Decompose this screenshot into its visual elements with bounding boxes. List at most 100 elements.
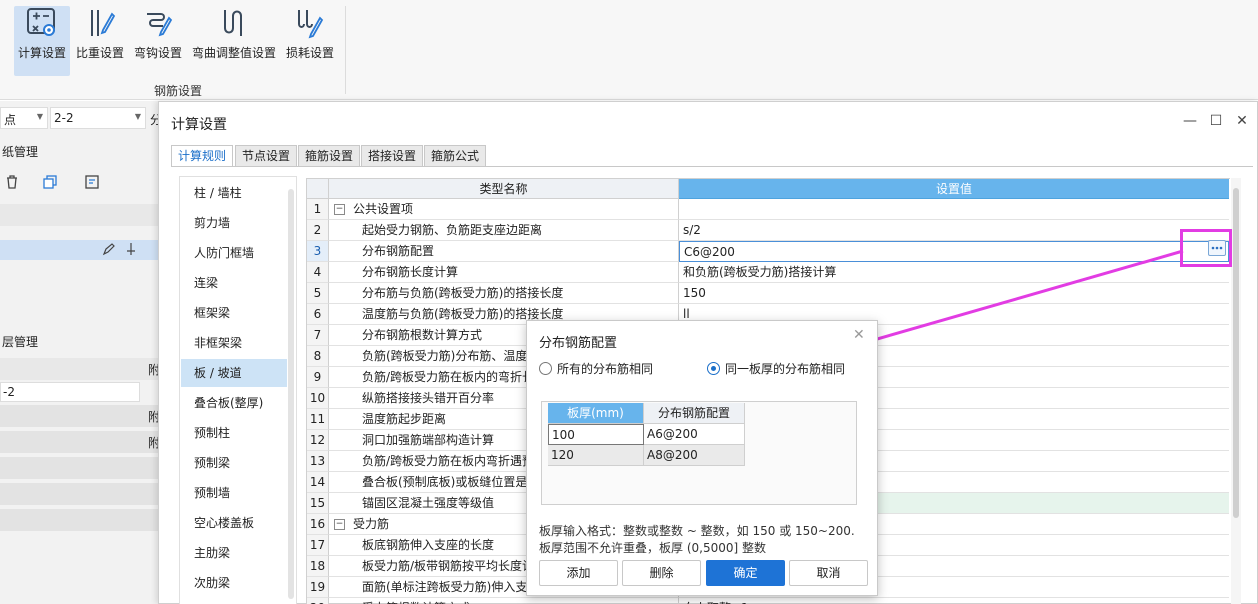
bend-adjust-icon <box>217 6 251 40</box>
ribbon-separator <box>345 6 346 94</box>
loss-settings-button[interactable]: 损耗设置 <box>284 6 336 76</box>
close-button[interactable]: ✕ <box>1233 112 1251 130</box>
value-cell[interactable]: 向上取整+1 <box>679 598 1229 604</box>
group-name-cell: − 公共设置项 <box>329 199 679 220</box>
table-row[interactable]: 20受力筋根数计算方式向上取整+1 <box>307 598 1229 604</box>
thickness-header: 板厚(mm) <box>548 403 644 424</box>
table-row[interactable]: 3 分布钢筋配置 C6@200 <box>307 241 1229 262</box>
format-hint: 板厚输入格式：整数或整数 ~ 整数，如 150 或 150~200. <box>539 524 855 538</box>
left-search-row[interactable] <box>0 204 158 226</box>
calc-settings-button[interactable]: 计算设置 <box>14 6 70 76</box>
bend-adjust-button[interactable]: 弯曲调整值设置 <box>190 6 278 76</box>
thickness-cell[interactable]: 120 <box>548 445 644 466</box>
name-text: 负筋(跨板受力筋)分布筋、温度筋 <box>362 349 540 363</box>
table-row[interactable]: 2 起始受力钢筋、负筋距支座边距离 s/2 <box>307 220 1229 241</box>
floor-row[interactable] <box>0 483 158 505</box>
tab-stirrup-formula[interactable]: 箍筋公式 <box>424 145 487 167</box>
category-scrollbar[interactable] <box>288 189 294 599</box>
category-item[interactable]: 人防门框墙 <box>181 239 287 267</box>
row-index: 19 <box>307 577 329 598</box>
cancel-button[interactable]: 取消 <box>789 560 868 586</box>
import-icon[interactable] <box>84 174 100 190</box>
row-index: 18 <box>307 556 329 577</box>
name-text: 分布钢筋长度计算 <box>362 265 459 279</box>
weight-ratio-button[interactable]: 比重设置 <box>74 6 126 76</box>
name-text: 分布筋与负筋(跨板受力筋)的搭接长度 <box>362 286 564 300</box>
combo-point[interactable]: 点 ▼ <box>0 107 48 129</box>
name-text: 负筋/跨板受力筋在板内的弯折长 <box>362 370 535 384</box>
combo-floor[interactable]: 2-2 ▼ <box>50 107 146 129</box>
floor-row[interactable] <box>0 457 158 479</box>
range-hint: 板厚范围不允许重叠，板厚 (0,5000] 整数 <box>539 541 766 555</box>
hook-settings-button[interactable]: 弯钩设置 <box>132 6 184 76</box>
row-index: 9 <box>307 367 329 388</box>
table-row[interactable]: 5 分布筋与负筋(跨板受力筋)的搭接长度 150 <box>307 283 1229 304</box>
maximize-button[interactable]: ☐ <box>1207 112 1225 130</box>
value-cell[interactable]: s/2 <box>679 220 1229 241</box>
collapse-icon[interactable]: − <box>334 204 345 215</box>
name-text: 温度筋与负筋(跨板受力筋)的搭接长度 <box>362 307 564 321</box>
row-index: 10 <box>307 388 329 409</box>
copy-icon[interactable] <box>42 174 58 190</box>
value-cell[interactable]: C6@200 <box>679 241 1229 262</box>
tab-node-settings[interactable]: 节点设置 <box>235 145 298 167</box>
drawing-list-item[interactable] <box>0 240 158 260</box>
floor-row[interactable] <box>0 509 158 531</box>
calc-settings-label: 计算设置 <box>17 46 66 60</box>
hook-settings-icon <box>141 6 175 40</box>
value-cell[interactable] <box>679 199 1229 220</box>
category-item[interactable]: 叠合板(整厚) <box>181 389 287 417</box>
category-item[interactable]: 预制墙 <box>181 479 287 507</box>
ribbon-toolbar: 计算设置 比重设置 弯钩设置 弯曲调整值设置 损耗设置 钢筋设置 <box>0 0 1258 100</box>
value-cell[interactable]: 和负筋(跨板受力筋)搭接计算 <box>679 262 1229 283</box>
thickness-cell[interactable]: 100 <box>548 424 644 445</box>
tab-calc-rules[interactable]: 计算规则 <box>171 145 234 167</box>
category-item[interactable]: 空心楼盖板 <box>181 509 287 537</box>
category-item[interactable]: 非框架梁 <box>181 329 287 357</box>
minimize-button[interactable]: — <box>1181 112 1199 130</box>
row-index: 4 <box>307 262 329 283</box>
delete-button[interactable]: 删除 <box>622 560 701 586</box>
category-item[interactable]: 柱 / 墙柱 <box>181 179 287 207</box>
name-text: 纵筋搭接接头错开百分率 <box>362 391 495 405</box>
radio-all-same[interactable]: 所有的分布筋相同 <box>539 361 653 377</box>
tabs-divider <box>171 166 1253 167</box>
table-row[interactable]: 4 分布钢筋长度计算 和负筋(跨板受力筋)搭接计算 <box>307 262 1229 283</box>
category-item[interactable]: 预制梁 <box>181 449 287 477</box>
config-cell[interactable]: A8@200 <box>644 445 745 466</box>
category-item[interactable]: 次肋梁 <box>181 569 287 597</box>
delete-icon[interactable] <box>4 174 20 190</box>
combo-floor-value: 2-2 <box>54 111 74 125</box>
category-item[interactable]: 板 / 坡道 <box>181 359 287 387</box>
category-item[interactable]: 连梁 <box>181 269 287 297</box>
row-index: 17 <box>307 535 329 556</box>
pin-icon[interactable] <box>124 242 138 256</box>
category-item[interactable]: 预制柱 <box>181 419 287 447</box>
ok-button[interactable]: 确定 <box>706 560 785 586</box>
tab-stirrup-settings[interactable]: 箍筋设置 <box>298 145 361 167</box>
category-item[interactable]: 主肋梁 <box>181 539 287 567</box>
popup-close-button[interactable]: ✕ <box>853 327 865 343</box>
name-text: 分布钢筋根数计算方式 <box>362 328 483 342</box>
edit-icon[interactable] <box>102 242 116 256</box>
name-cell: 起始受力钢筋、负筋距支座边距离 <box>329 220 679 241</box>
table-row[interactable]: 1− 公共设置项 <box>307 199 1229 220</box>
drawing-manage-title: 纸管理 <box>2 145 39 159</box>
category-item[interactable]: 框架梁 <box>181 299 287 327</box>
radio-checked-icon <box>707 362 720 375</box>
tab-lap-settings[interactable]: 搭接设置 <box>361 145 424 167</box>
floor-row[interactable]: 附 <box>0 431 160 453</box>
value-cell[interactable]: 150 <box>679 283 1229 304</box>
config-cell[interactable]: A6@200 <box>644 424 745 445</box>
floor-row[interactable]: 附 <box>0 405 160 427</box>
collapse-icon[interactable]: − <box>334 519 345 530</box>
radio-same-thickness-label: 同一板厚的分布筋相同 <box>725 362 846 376</box>
add-button[interactable]: 添加 <box>539 560 618 586</box>
floor-name-input[interactable]: -2 <box>0 382 140 402</box>
category-item[interactable]: 剪力墙 <box>181 209 287 237</box>
grid-scrollbar-thumb[interactable] <box>1233 188 1239 518</box>
grid-header-value: 设置值 <box>679 179 1229 199</box>
grid-scrollbar[interactable] <box>1231 178 1241 604</box>
radio-same-thickness[interactable]: 同一板厚的分布筋相同 <box>707 361 845 377</box>
dialog-title: 计算设置 <box>171 117 227 133</box>
